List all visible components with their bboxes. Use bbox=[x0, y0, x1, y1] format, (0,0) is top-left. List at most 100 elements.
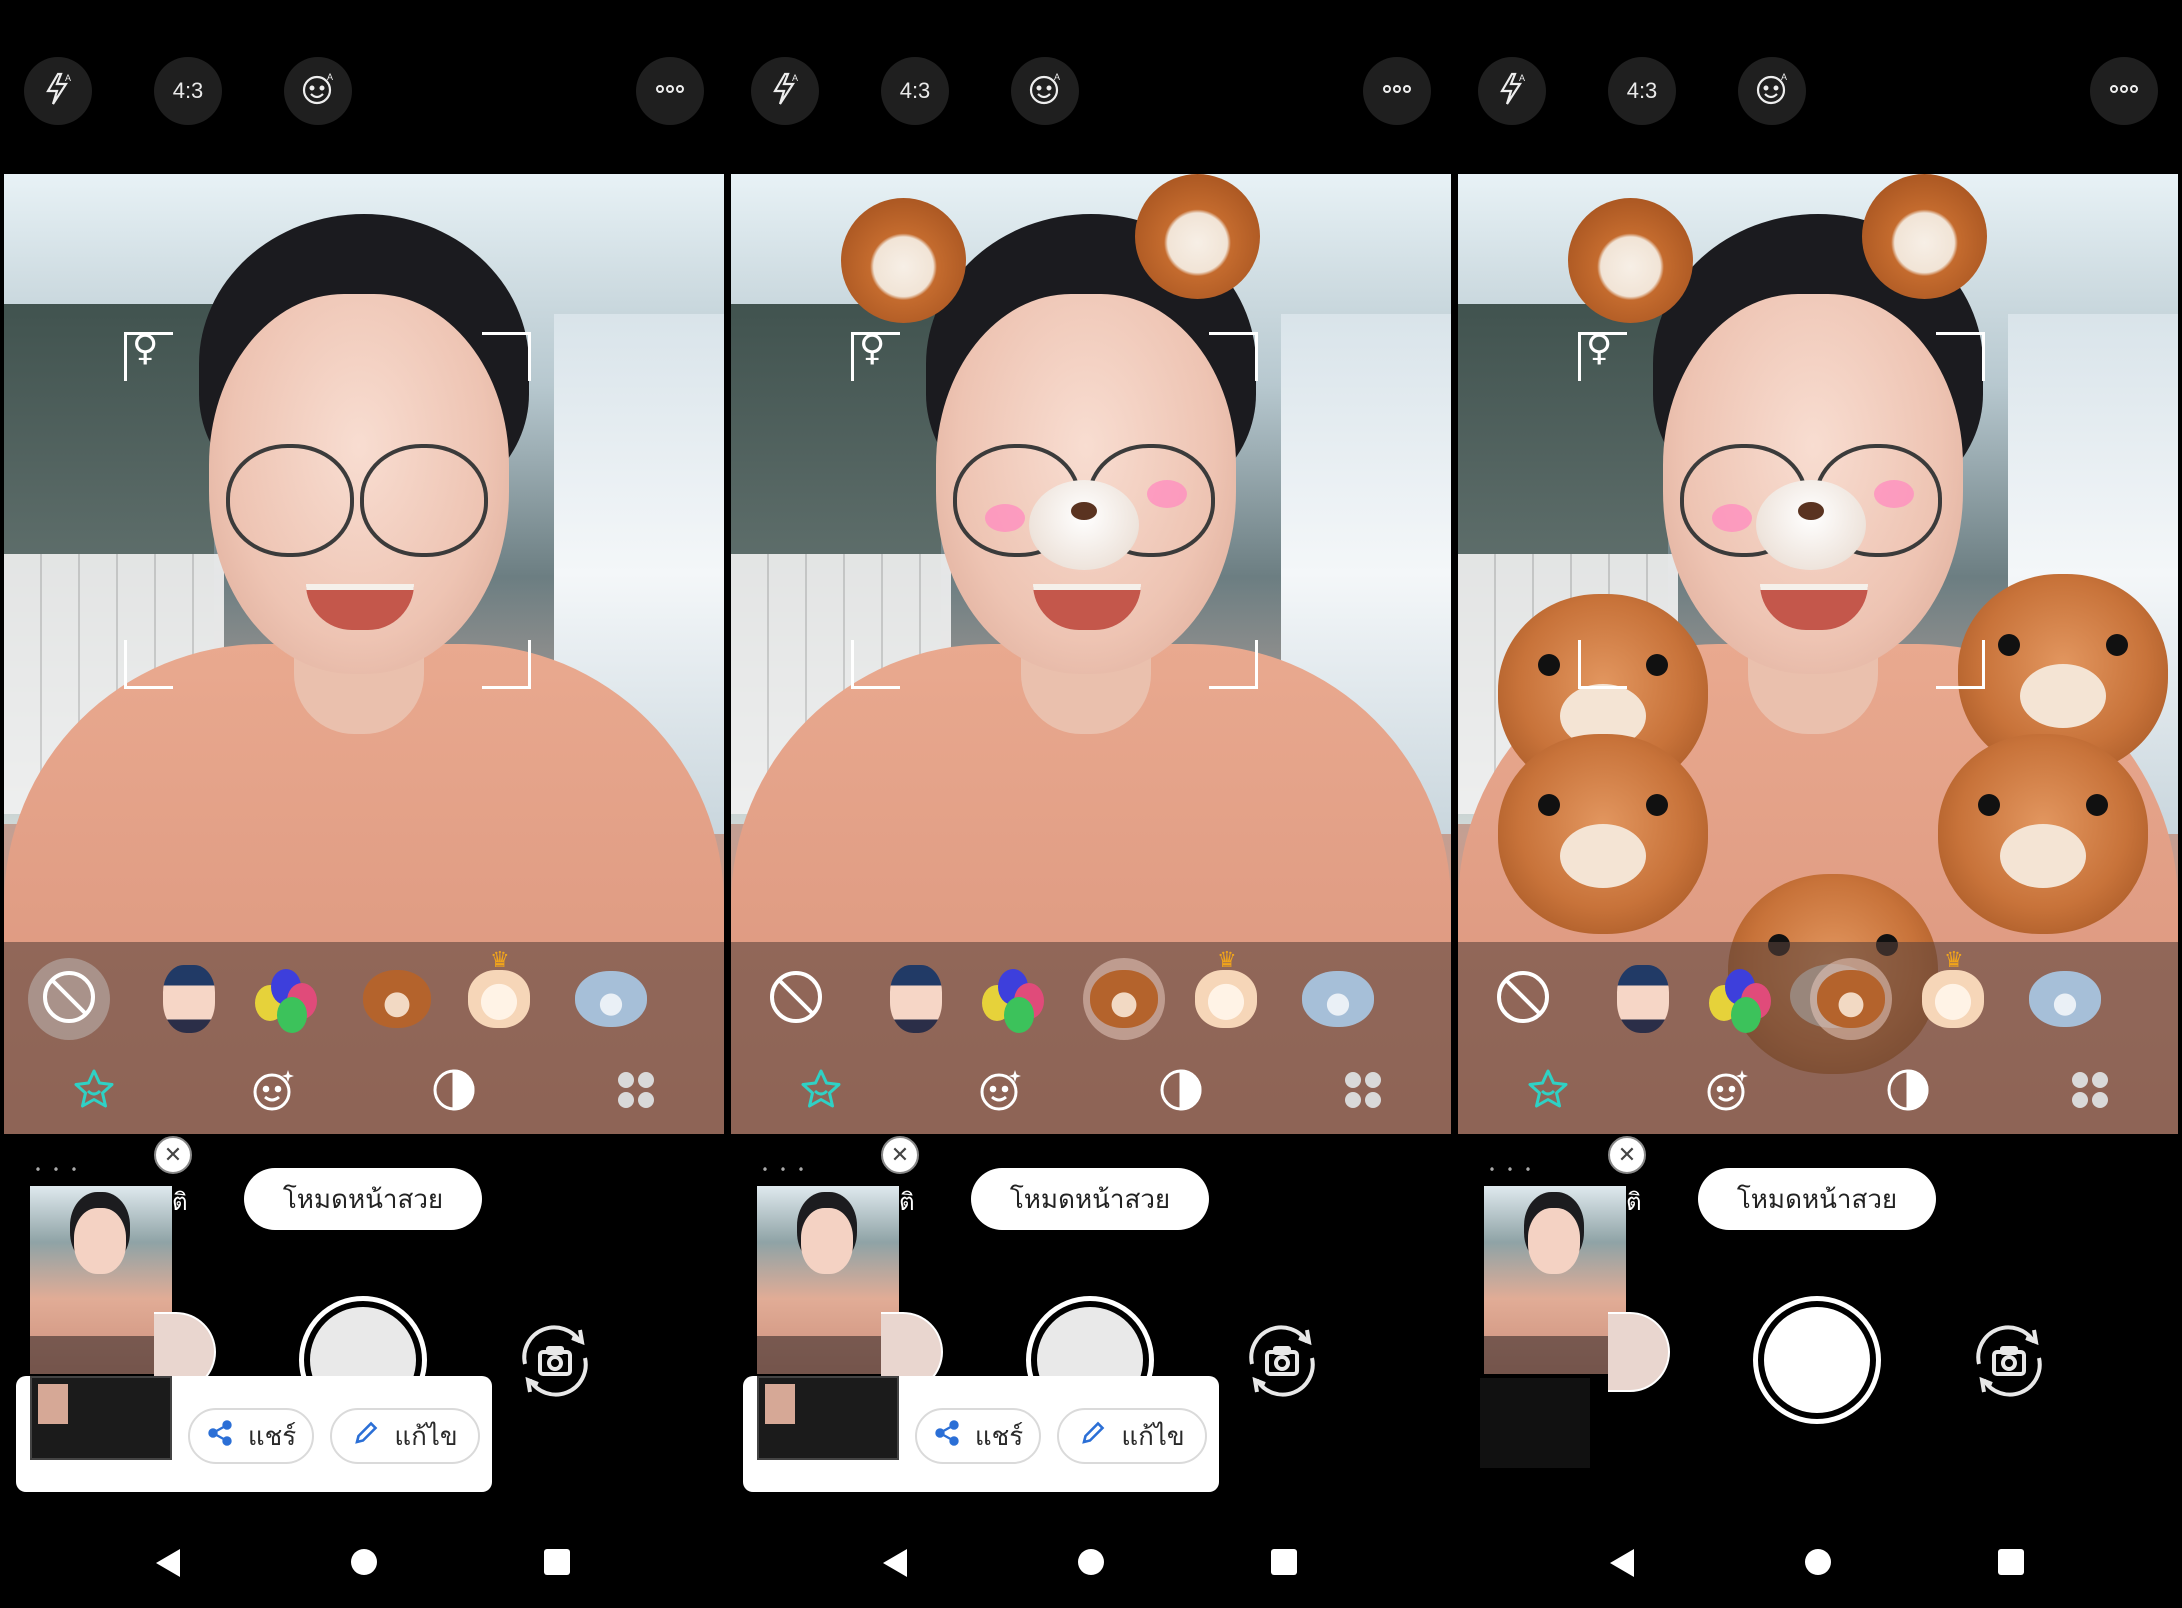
nav-home-icon[interactable] bbox=[1805, 1549, 1831, 1575]
truncated-label: ติ bbox=[172, 1188, 188, 1216]
thumbnail-tray bbox=[30, 1336, 172, 1374]
last-photo-thumbnail[interactable] bbox=[1484, 1186, 1626, 1374]
sticker-balloons[interactable] bbox=[1698, 958, 1780, 1040]
nav-home-icon[interactable] bbox=[351, 1549, 377, 1575]
mini-screenshot-preview[interactable] bbox=[1480, 1378, 1590, 1468]
more-effects-button[interactable] bbox=[1339, 1066, 1387, 1114]
star-smile-icon bbox=[797, 1069, 845, 1118]
sticker-cat-king[interactable] bbox=[1912, 948, 1994, 1040]
share-label: แชร์ bbox=[247, 1421, 297, 1452]
female-icon: ♀ bbox=[132, 328, 159, 369]
sticker-doll[interactable] bbox=[148, 958, 230, 1040]
balloons-icon bbox=[980, 967, 1044, 1033]
focus-frame-corner bbox=[124, 640, 173, 689]
sticker-cat-king[interactable] bbox=[458, 948, 540, 1040]
nav-home-icon[interactable] bbox=[1078, 1549, 1104, 1575]
sticker-bear[interactable] bbox=[1810, 958, 1892, 1040]
beauty-mode-chip[interactable]: โหมดหน้าสวย bbox=[1698, 1168, 1936, 1230]
filter-mode-button[interactable] bbox=[1884, 1066, 1932, 1114]
svg-text:A: A bbox=[792, 73, 798, 83]
shutter-button[interactable] bbox=[1753, 1296, 1881, 1424]
share-button[interactable]: แชร์ bbox=[915, 1408, 1041, 1464]
teddy-bear bbox=[1938, 734, 2148, 934]
beauty-mode-label: โหมดหน้าสวย bbox=[1009, 1184, 1171, 1215]
share-icon bbox=[206, 1419, 234, 1454]
last-photo-thumbnail[interactable] bbox=[757, 1186, 899, 1374]
beauty-mode-button[interactable] bbox=[250, 1066, 298, 1114]
edit-button[interactable]: แก้ไข bbox=[330, 1408, 480, 1464]
aspect-ratio-button[interactable]: 4:3 bbox=[154, 57, 222, 125]
face-detect-button[interactable]: A bbox=[284, 57, 352, 125]
close-thumbnail-button[interactable]: ✕ bbox=[881, 1136, 919, 1174]
bear-icon bbox=[1817, 970, 1885, 1028]
switch-camera-button[interactable] bbox=[1964, 1316, 2054, 1406]
flash-button[interactable]: A bbox=[24, 57, 92, 125]
filter-mode-button[interactable] bbox=[430, 1066, 478, 1114]
beauty-mode-button[interactable] bbox=[1704, 1066, 1752, 1114]
close-icon: ✕ bbox=[163, 1142, 183, 1168]
sticker-none[interactable] bbox=[755, 958, 837, 1040]
share-sheet-thumbnail[interactable] bbox=[30, 1376, 172, 1460]
contrast-icon bbox=[1884, 1069, 1932, 1118]
nav-recent-icon[interactable] bbox=[544, 1549, 570, 1575]
more-options-button[interactable] bbox=[1363, 57, 1431, 125]
more-options-button[interactable] bbox=[2090, 57, 2158, 125]
switch-camera-button[interactable] bbox=[1237, 1316, 1327, 1406]
sticker-mode-button[interactable] bbox=[70, 1066, 118, 1114]
beauty-mode-chip[interactable]: โหมดหน้าสวย bbox=[244, 1168, 482, 1230]
beauty-mode-label: โหมดหน้าสวย bbox=[282, 1184, 444, 1215]
bear-ear-right bbox=[1135, 174, 1260, 299]
flash-button[interactable]: A bbox=[1478, 57, 1546, 125]
share-sheet-thumbnail[interactable] bbox=[757, 1376, 899, 1460]
focus-frame-corner bbox=[482, 332, 531, 381]
cat-crown-icon bbox=[1922, 948, 1984, 1028]
glasses-right-lens bbox=[360, 444, 488, 557]
female-icon: ♀ bbox=[859, 328, 886, 369]
sticker-doll[interactable] bbox=[875, 958, 957, 1040]
sticker-none[interactable] bbox=[1482, 958, 1564, 1040]
last-photo-thumbnail[interactable] bbox=[30, 1186, 172, 1374]
beauty-mode-chip[interactable]: โหมดหน้าสวย bbox=[971, 1168, 1209, 1230]
truncated-label: ติ bbox=[899, 1188, 915, 1216]
doll-icon bbox=[1617, 965, 1669, 1033]
aspect-ratio-button[interactable]: 4:3 bbox=[1608, 57, 1676, 125]
sticker-doll[interactable] bbox=[1602, 958, 1684, 1040]
sticker-balloons[interactable] bbox=[971, 958, 1053, 1040]
face-detect-button[interactable]: A bbox=[1738, 57, 1806, 125]
sticker-blue-bear[interactable] bbox=[570, 958, 652, 1040]
face-detect-button[interactable]: A bbox=[1011, 57, 1079, 125]
more-effects-button[interactable] bbox=[2066, 1066, 2114, 1114]
sticker-mode-button[interactable] bbox=[797, 1066, 845, 1114]
sticker-mode-button[interactable] bbox=[1524, 1066, 1572, 1114]
aspect-ratio-button[interactable]: 4:3 bbox=[881, 57, 949, 125]
beauty-mode-button[interactable] bbox=[977, 1066, 1025, 1114]
nav-back-icon[interactable] bbox=[1610, 1549, 1634, 1577]
bear-ear-left bbox=[841, 198, 966, 323]
sticker-bear[interactable] bbox=[356, 958, 438, 1040]
sticker-blue-bear[interactable] bbox=[1297, 958, 1379, 1040]
focus-frame-corner bbox=[1578, 640, 1627, 689]
face-sparkle-icon bbox=[1704, 1070, 1752, 1118]
nav-back-icon[interactable] bbox=[883, 1549, 907, 1577]
grid-dots-icon bbox=[1339, 1072, 1387, 1118]
filter-mode-button[interactable] bbox=[1157, 1066, 1205, 1114]
nav-recent-icon[interactable] bbox=[1998, 1549, 2024, 1575]
flash-button[interactable]: A bbox=[751, 57, 819, 125]
sticker-none[interactable] bbox=[28, 958, 110, 1040]
nav-back-icon[interactable] bbox=[156, 1549, 180, 1577]
close-thumbnail-button[interactable]: ✕ bbox=[154, 1136, 192, 1174]
sticker-balloons[interactable] bbox=[244, 958, 326, 1040]
more-options-button[interactable] bbox=[636, 57, 704, 125]
switch-camera-button[interactable] bbox=[510, 1316, 600, 1406]
more-effects-button[interactable] bbox=[612, 1066, 660, 1114]
share-button[interactable]: แชร์ bbox=[188, 1408, 314, 1464]
sticker-cat-king[interactable] bbox=[1185, 948, 1267, 1040]
share-icon bbox=[933, 1419, 961, 1454]
sticker-bear[interactable] bbox=[1083, 958, 1165, 1040]
nav-recent-icon[interactable] bbox=[1271, 1549, 1297, 1575]
avatar[interactable] bbox=[1608, 1312, 1670, 1392]
edit-button[interactable]: แก้ไข bbox=[1057, 1408, 1207, 1464]
sticker-blue-bear[interactable] bbox=[2024, 958, 2106, 1040]
pencil-icon bbox=[352, 1419, 380, 1454]
close-thumbnail-button[interactable]: ✕ bbox=[1608, 1136, 1646, 1174]
